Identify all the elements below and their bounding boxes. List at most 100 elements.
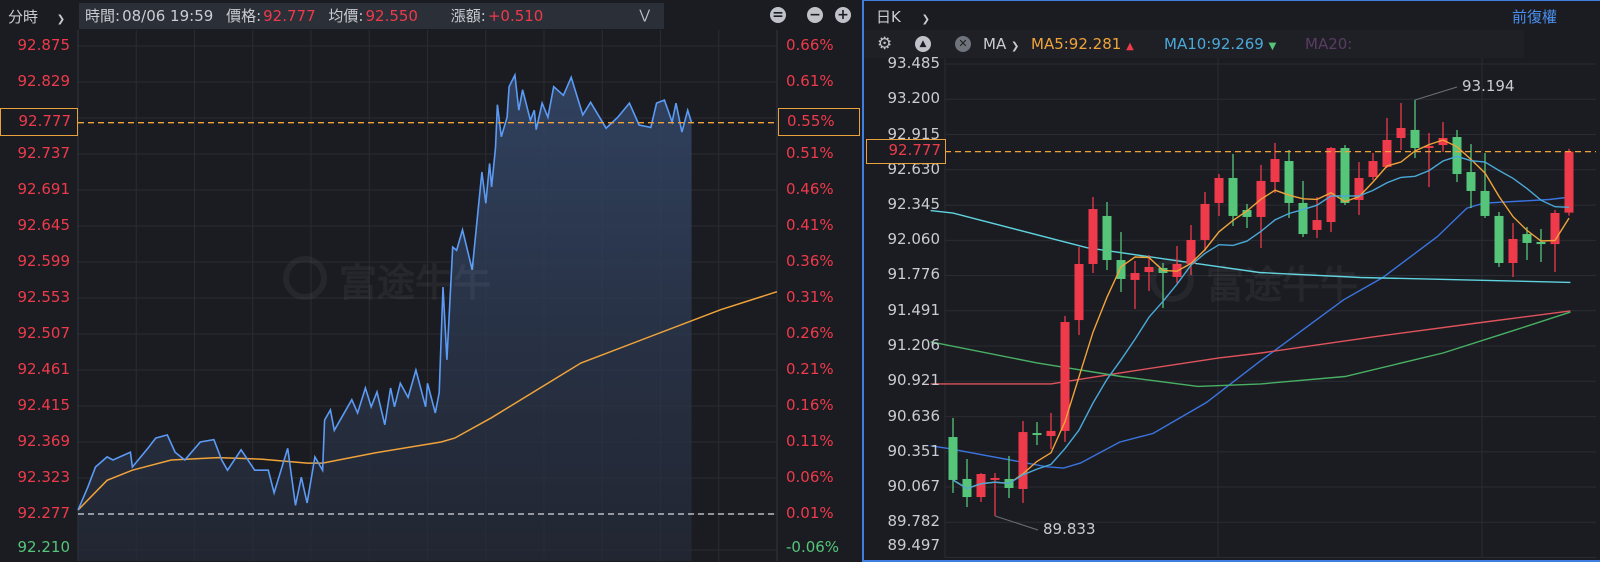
- collapse-up-icon[interactable]: ▲: [915, 36, 931, 52]
- candle[interactable]: [1032, 422, 1042, 446]
- candle-body: [1564, 151, 1574, 213]
- candle[interactable]: [1564, 148, 1574, 216]
- candle-body: [1228, 177, 1238, 216]
- candle-body: [1298, 202, 1308, 235]
- high-marker-leader: [1414, 86, 1458, 101]
- candle-body: [1312, 220, 1322, 230]
- candle-body: [1074, 263, 1084, 321]
- candle[interactable]: [1228, 153, 1238, 226]
- chevron-down-icon: ❯: [921, 14, 931, 25]
- candle[interactable]: [1116, 232, 1126, 292]
- adjust-label: 前復權: [1512, 8, 1558, 26]
- low-marker-label: 89.833: [1043, 520, 1096, 538]
- candle-body: [1340, 148, 1350, 203]
- candle[interactable]: [1256, 164, 1266, 249]
- high-marker-label: 93.194: [1462, 77, 1515, 95]
- candle-body: [1410, 129, 1420, 149]
- ma10-legend: MA10:92.269 ▼: [1164, 35, 1276, 53]
- candle-body: [1536, 241, 1546, 245]
- kline-price-tick-label: 92.345: [887, 195, 941, 214]
- candle[interactable]: [1424, 133, 1434, 188]
- ma5-value: MA5:92.281: [1031, 35, 1122, 53]
- candle-body: [1382, 139, 1392, 167]
- candle[interactable]: [1088, 197, 1098, 274]
- kline-period-selector[interactable]: 日K ❯: [876, 6, 930, 27]
- kline-price-tick-label: 91.491: [887, 300, 941, 319]
- candle-body: [1060, 322, 1070, 431]
- candle[interactable]: [962, 459, 972, 508]
- candle-body: [1326, 148, 1336, 223]
- candle[interactable]: [1102, 201, 1112, 271]
- kline-current-price-tag: 92.777: [866, 139, 946, 164]
- indicator-label: MA: [983, 35, 1007, 53]
- candle[interactable]: [1326, 147, 1336, 233]
- kline-price-tick-label: 89.782: [887, 512, 941, 531]
- kline-period-label: 日K: [876, 8, 901, 26]
- watermark-logo-icon: [1150, 258, 1194, 302]
- kline-price-tick-label: 92.060: [887, 230, 941, 249]
- candle[interactable]: [1004, 455, 1014, 499]
- candle-body: [1396, 127, 1406, 138]
- kline-price-tick-label: 90.636: [887, 406, 941, 425]
- candle-body: [1508, 238, 1518, 263]
- candle-body: [1116, 260, 1126, 279]
- kline-price-tick-label: 93.485: [887, 53, 941, 72]
- candle[interactable]: [990, 473, 1000, 516]
- candle-body: [1452, 137, 1462, 175]
- candle[interactable]: [1382, 117, 1392, 168]
- ma-line-ma20: [930, 196, 1571, 469]
- arrow-up-icon: ▲: [1126, 41, 1134, 52]
- candle[interactable]: [1214, 174, 1224, 216]
- candle-body: [990, 477, 1000, 480]
- candle-body: [1480, 190, 1490, 216]
- candle[interactable]: [976, 473, 986, 502]
- indicator-selector[interactable]: MA ❯: [983, 35, 1019, 53]
- candle[interactable]: [1130, 261, 1140, 310]
- candle[interactable]: [1494, 212, 1504, 267]
- candle-body: [1214, 177, 1224, 203]
- watermark-text: 富途牛牛: [1206, 263, 1359, 307]
- candle-body: [1270, 159, 1280, 183]
- candle-body: [1032, 433, 1042, 436]
- candle[interactable]: [1438, 122, 1448, 152]
- candle[interactable]: [1536, 228, 1546, 263]
- candle-body: [1368, 161, 1378, 177]
- ma20-legend: MA20:: [1305, 35, 1353, 53]
- candle[interactable]: [1368, 152, 1378, 180]
- kline-price-tick-label: 91.206: [887, 336, 941, 355]
- candle[interactable]: [1284, 150, 1294, 218]
- kline-price-tick-label: 91.776: [887, 265, 941, 284]
- close-circle-icon[interactable]: ✕: [955, 36, 971, 52]
- adjust-selector[interactable]: 前復權: [1512, 6, 1557, 27]
- ma10-value: MA10:92.269: [1164, 35, 1264, 53]
- candle-body: [1102, 215, 1112, 261]
- candle-body: [1466, 172, 1476, 191]
- candle-body: [1200, 203, 1210, 240]
- kline-chart[interactable]: [0, 0, 1600, 561]
- kline-price-tick-label: 90.351: [887, 441, 941, 460]
- ma5-legend: MA5:92.281 ▲: [1031, 35, 1134, 53]
- candle-body: [1046, 430, 1056, 437]
- candle[interactable]: [1396, 102, 1406, 150]
- kline-price-tick-label: 89.497: [887, 536, 941, 554]
- candle-body: [1018, 432, 1028, 489]
- ma-line-long-red: [930, 310, 1571, 385]
- candle[interactable]: [1074, 247, 1084, 336]
- candle[interactable]: [1018, 421, 1028, 503]
- candle-body: [948, 437, 958, 480]
- kline-price-tick-label: 90.921: [887, 371, 941, 390]
- candle-body: [1130, 273, 1140, 280]
- candle[interactable]: [1466, 144, 1476, 209]
- chevron-down-icon: ❯: [1010, 41, 1020, 52]
- candle[interactable]: [1508, 223, 1518, 277]
- candle[interactable]: [1270, 142, 1280, 193]
- candle[interactable]: [1046, 412, 1056, 450]
- kline-price-tick-label: 90.067: [887, 477, 941, 495]
- candle-body: [1088, 209, 1098, 264]
- low-marker-leader: [994, 515, 1039, 531]
- candle-body: [1522, 234, 1532, 243]
- candle[interactable]: [1200, 191, 1210, 251]
- kline-price-tick-label: 93.200: [887, 89, 941, 108]
- settings-gear-icon[interactable]: ⚙: [877, 34, 892, 54]
- candle-body: [1494, 215, 1504, 263]
